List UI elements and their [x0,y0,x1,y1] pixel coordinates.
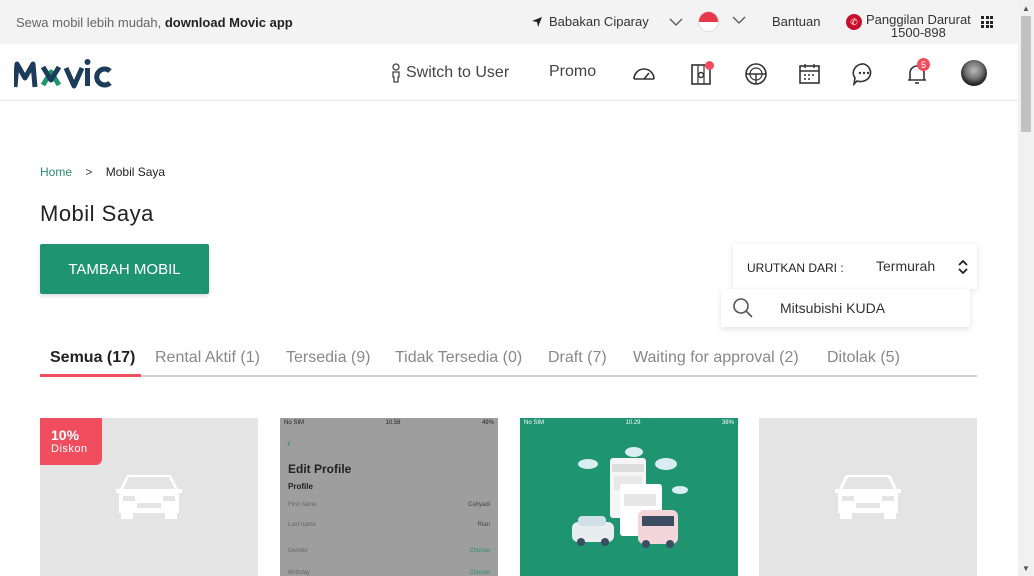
chevron-down-icon [669,18,683,26]
breadcrumb: Home > Mobil Saya [40,165,165,179]
emergency-phone-icon: ✆ [846,14,862,30]
discount-badge: 10% Diskon [40,418,102,465]
status-tabs: Semua (17) Rental Aktif (1) Tersedia (9)… [40,340,977,377]
page-title: Mobil Saya [40,201,154,226]
tab-semua[interactable]: Semua (17) [50,349,135,367]
tab-ditolak[interactable]: Ditolak (5) [827,349,900,367]
indonesia-flag-icon[interactable] [698,11,719,32]
help-link[interactable]: Bantuan [772,14,820,29]
scroll-up-arrow-icon[interactable]: ▲ [1022,4,1030,13]
speedometer-icon[interactable] [631,61,657,87]
notification-badge: 5 [917,58,930,71]
movic-logo[interactable] [14,58,114,90]
calendar-icon[interactable] [797,61,823,87]
breadcrumb-home[interactable]: Home [40,165,72,179]
car-card[interactable]: No SIM 10.58 49% ‹ Edit Profile Profile Fi… [280,418,498,576]
car-card[interactable] [759,418,977,576]
sort-value: Termurah [876,258,936,274]
promo-link[interactable]: Promo [549,63,596,81]
sort-dropdown[interactable]: URUTKAN DARI : Termurah [733,244,977,289]
tab-draft[interactable]: Draft (7) [548,349,607,367]
car-card[interactable]: 10% Diskon [40,418,258,576]
top-info-bar: Sewa mobil lebih mudah, download Movic a… [0,0,1018,44]
emergency-number: 1500-898 [890,25,946,40]
switch-to-user-label: Switch to User [406,64,510,81]
search-box[interactable]: Mitsubishi KUDA [721,289,970,327]
phone-heading: Edit Profile [288,462,352,476]
phone-section: Profile [288,482,313,491]
page-scrollbar[interactable]: ▲ ▼ [1018,0,1034,576]
sort-label: URUTKAN DARI : [747,261,844,275]
emergency-call[interactable]: ✆ Panggilan Darurat 1500-898 [846,13,971,39]
discount-percent: 10% [51,427,80,443]
search-icon [733,298,753,318]
phone-row: Last name Rian [288,522,490,528]
phone-row: Gender Choose [288,548,490,554]
discount-label: Diskon [51,443,88,455]
car-placeholder-icon [116,475,182,519]
tab-tersedia[interactable]: Tersedia (9) [286,349,370,367]
sort-updown-icon [958,259,968,275]
user-avatar[interactable] [961,60,987,86]
tab-tidak-tersedia[interactable]: Tidak Tersedia (0) [395,349,522,367]
phone-row: Birthday Choose [288,570,490,576]
add-car-button[interactable]: TAMBAH MOBIL [40,244,209,294]
download-app-promo[interactable]: Sewa mobil lebih mudah, download Movic a… [16,15,293,30]
breadcrumb-current: Mobil Saya [105,165,166,179]
chat-icon[interactable] [851,61,877,87]
back-chevron-icon: ‹ [287,436,291,450]
phone-status-bar: No SIM 10.29 38% [524,420,734,426]
steering-wheel-icon[interactable] [743,61,769,87]
active-tab-underline [40,374,141,377]
switch-to-user-link[interactable]: Switch to User [390,63,509,83]
location-arrow-icon [532,16,542,27]
scroll-thumb[interactable] [1021,16,1031,132]
breadcrumb-separator: > [85,165,93,179]
apps-grid-icon[interactable] [981,16,993,28]
car-card[interactable]: No SIM 10.29 38% [520,418,738,576]
location-selector[interactable]: Babakan Ciparay [531,14,683,29]
search-input[interactable]: Mitsubishi KUDA [780,300,885,316]
location-label: Babakan Ciparay [549,14,649,29]
tab-rental-aktif[interactable]: Rental Aktif (1) [155,349,260,367]
tab-waiting-for-approval[interactable]: Waiting for approval (2) [633,349,799,367]
main-navbar: Switch to User Promo 5 [0,44,1018,101]
vehicles-illustration [572,447,688,548]
language-chevron-down-icon[interactable] [732,16,746,24]
phone-row: First name Cahyadi [288,502,490,508]
map-alert-dot [705,61,714,70]
scroll-down-arrow-icon[interactable]: ▼ [1022,564,1030,573]
phone-status-bar: No SIM 10.58 49% [284,420,494,426]
car-placeholder-icon [835,475,901,519]
person-icon [392,63,400,83]
